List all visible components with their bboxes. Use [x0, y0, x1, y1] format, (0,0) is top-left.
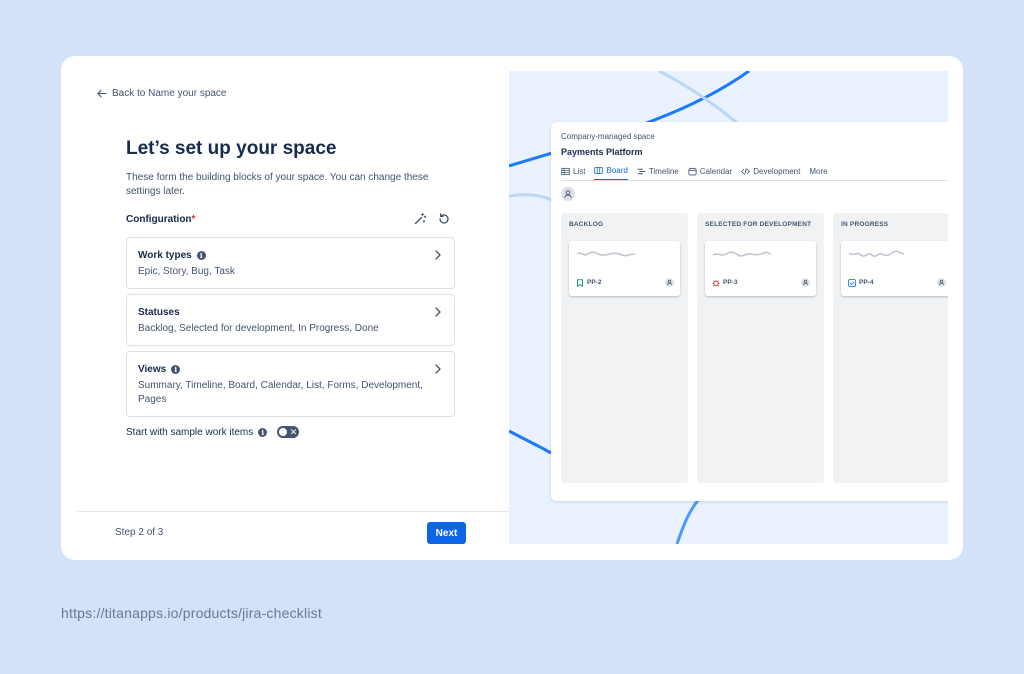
statuses-title: Statuses — [138, 307, 180, 318]
tab-list[interactable]: List — [561, 166, 585, 180]
ticket-key: PP-2 — [587, 279, 602, 286]
board-preview: Company-managed space Payments Platform … — [551, 122, 948, 501]
work-types-summary: Epic, Story, Bug, Task — [138, 266, 235, 277]
work-types-option[interactable]: Work types i Epic, Story, Bug, Task — [126, 237, 455, 289]
story-icon — [577, 279, 583, 287]
assignee-avatar — [801, 278, 810, 287]
tabs-divider — [561, 180, 948, 181]
setup-space-dialog: Back to Name your space Let’s set up you… — [61, 56, 963, 560]
magic-wand-icon — [414, 213, 427, 225]
chevron-right-icon — [435, 364, 441, 374]
user-icon — [802, 279, 809, 286]
required-marker: * — [191, 214, 196, 225]
page-title: Let’s set up your space — [126, 138, 337, 159]
footer-divider — [77, 511, 509, 512]
user-icon — [938, 279, 945, 286]
tab-calendar[interactable]: Calendar — [688, 166, 732, 180]
sample-items-label: Start with sample work items — [126, 426, 254, 438]
sample-items-row: Start with sample work items i ✕ — [126, 426, 300, 438]
ticket-key: PP-3 — [723, 279, 738, 286]
board-card[interactable]: PP-3 — [705, 241, 816, 296]
reset-button[interactable] — [437, 212, 451, 226]
board-column-backlog: BACKLOG PP-2 — [561, 213, 688, 483]
tab-more-label: More — [809, 166, 828, 176]
reset-icon — [439, 213, 449, 224]
magic-wand-button[interactable] — [413, 212, 427, 226]
tab-board-label: Board — [606, 166, 628, 175]
close-icon: ✕ — [289, 427, 298, 437]
board-icon — [594, 166, 604, 175]
timeline-icon — [637, 168, 646, 174]
board-column-in-progress: IN PROGRESS PP-4 — [833, 213, 948, 483]
arrow-left-icon — [97, 89, 107, 98]
configuration-label: Configuration* — [126, 214, 195, 225]
user-icon — [564, 190, 572, 198]
work-types-label: Work types — [138, 250, 192, 261]
tab-timeline-label: Timeline — [648, 166, 679, 176]
board-column-selected: SELECTED FOR DEVELOPMENT PP-3 — [697, 213, 824, 483]
page-description: These form the building blocks of your s… — [126, 172, 429, 197]
column-title: IN PROGRESS — [841, 221, 889, 228]
assignee-avatar — [937, 278, 946, 287]
tab-more[interactable]: More — [809, 166, 827, 180]
tab-list-label: List — [573, 166, 586, 176]
code-icon — [741, 167, 750, 175]
board-card[interactable]: PP-2 — [569, 241, 680, 296]
avatar-filter[interactable] — [561, 187, 575, 201]
chevron-right-icon — [435, 307, 441, 317]
footer-url: https://titanapps.io/products/jira-check… — [61, 605, 322, 621]
info-icon[interactable]: i — [171, 365, 181, 374]
calendar-icon — [688, 167, 697, 175]
space-name: Payments Platform — [561, 147, 643, 157]
chevron-right-icon — [435, 250, 441, 260]
work-types-title: Work types i — [138, 250, 206, 261]
sample-items-toggle[interactable]: ✕ — [277, 426, 300, 438]
tab-timeline[interactable]: Timeline — [637, 166, 679, 180]
user-icon — [666, 279, 673, 286]
placeholder-text-scribble — [712, 251, 772, 257]
next-button[interactable]: Next — [427, 522, 466, 544]
placeholder-text-scribble — [848, 250, 905, 258]
views-label: Views — [138, 364, 167, 375]
info-icon[interactable]: i — [196, 251, 206, 260]
configuration-label-text: Configuration — [126, 214, 192, 225]
views-option[interactable]: Views i Summary, Timeline, Board, Calend… — [126, 351, 455, 417]
info-icon[interactable]: i — [258, 427, 268, 437]
view-tabs: List Board Timeline Calendar Development — [561, 166, 828, 180]
back-link-label: Back to Name your space — [112, 88, 227, 99]
task-icon — [848, 279, 856, 287]
toggle-knob — [279, 428, 288, 436]
views-title: Views i — [138, 364, 181, 375]
assignee-avatar — [665, 278, 674, 287]
statuses-label: Statuses — [138, 307, 180, 318]
back-link[interactable]: Back to Name your space — [96, 88, 227, 99]
placeholder-text-scribble — [576, 251, 636, 257]
space-type-label: Company-managed space — [561, 132, 655, 141]
views-summary: Summary, Timeline, Board, Calendar, List… — [138, 380, 423, 405]
tab-development[interactable]: Development — [741, 166, 800, 180]
tab-development-label: Development — [753, 166, 801, 176]
tab-board[interactable]: Board — [594, 166, 628, 180]
column-title: BACKLOG — [569, 221, 604, 228]
space-preview: Company-managed space Payments Platform … — [509, 71, 948, 544]
bug-icon — [712, 279, 720, 287]
statuses-option[interactable]: Statuses Backlog, Selected for developme… — [126, 294, 455, 346]
statuses-summary: Backlog, Selected for development, In Pr… — [138, 323, 379, 334]
board-card[interactable]: PP-4 — [841, 241, 948, 296]
tab-calendar-label: Calendar — [699, 166, 733, 176]
step-indicator: Step 2 of 3 — [115, 527, 164, 538]
column-title: SELECTED FOR DEVELOPMENT — [705, 221, 812, 228]
list-icon — [561, 167, 570, 175]
ticket-key: PP-4 — [859, 279, 874, 286]
